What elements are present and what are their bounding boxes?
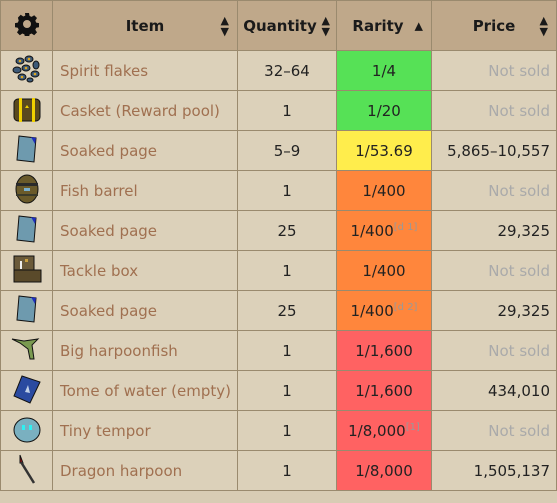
item-price: 434,010	[431, 370, 557, 411]
column-header-quantity[interactable]: Quantity ▲ ▼	[237, 0, 337, 51]
item-name-link[interactable]: Soaked page	[52, 130, 238, 171]
footnote-ref[interactable]: [d 2]	[394, 302, 418, 313]
item-rarity: 1/400	[336, 250, 432, 291]
item-price: Not sold	[431, 410, 557, 451]
item-image[interactable]	[0, 250, 53, 291]
item-name-link[interactable]: Tackle box	[52, 250, 238, 291]
table-row: Tiny tempor 1 1/8,000[1] Not sold	[0, 410, 557, 451]
item-price: Not sold	[431, 250, 557, 291]
item-image[interactable]	[0, 450, 53, 491]
sort-ascending-icon: ▲	[414, 19, 423, 32]
soaked-page-icon	[10, 294, 44, 329]
item-name-link[interactable]: Tiny tempor	[52, 410, 238, 451]
item-quantity: 1	[237, 370, 337, 411]
item-rarity: 1/1,600	[336, 330, 432, 371]
fish-barrel-icon	[10, 174, 44, 209]
table-row: Soaked page 25 1/400[d 1] 29,325	[0, 210, 557, 251]
item-price: Not sold	[431, 50, 557, 91]
item-rarity: 1/400[d 2]	[336, 290, 432, 331]
item-name-link[interactable]: Dragon harpoon	[52, 450, 238, 491]
sort-both-icon: ▲ ▼	[220, 13, 229, 38]
item-rarity: 1/400[d 1]	[336, 210, 432, 251]
table-row: Tackle box 1 1/400 Not sold	[0, 250, 557, 291]
item-price: 5,865–10,557	[431, 130, 557, 171]
item-name-link[interactable]: Fish barrel	[52, 170, 238, 211]
item-image[interactable]	[0, 130, 53, 171]
item-name-link[interactable]: Big harpoonfish	[52, 330, 238, 371]
sort-both-icon: ▲ ▼	[539, 13, 548, 38]
item-price: Not sold	[431, 90, 557, 131]
sort-both-icon: ▲ ▼	[321, 13, 330, 38]
table-row: Soaked page 25 1/400[d 2] 29,325	[0, 290, 557, 331]
soaked-page-icon	[10, 214, 44, 249]
item-image[interactable]	[0, 50, 53, 91]
column-header-rarity[interactable]: Rarity ▲	[336, 0, 432, 51]
item-name-link[interactable]: Spirit flakes	[52, 50, 238, 91]
item-name-link[interactable]: Soaked page	[52, 290, 238, 331]
table-row: Soaked page 5–9 1/53.69 5,865–10,557	[0, 130, 557, 171]
item-quantity: 1	[237, 330, 337, 371]
item-rarity: 1/1,600	[336, 370, 432, 411]
table-row: Dragon harpoon 1 1/8,000 1,505,137	[0, 450, 557, 491]
table-row: Fish barrel 1 1/400 Not sold	[0, 170, 557, 211]
item-quantity: 1	[237, 250, 337, 291]
item-image[interactable]	[0, 210, 53, 251]
item-price: 1,505,137	[431, 450, 557, 491]
drop-table: Item ▲ ▼ Quantity ▲ ▼ Rarity ▲ Price ▲ ▼ Spirit…	[0, 0, 557, 491]
item-price: Not sold	[431, 170, 557, 211]
item-image[interactable]	[0, 370, 53, 411]
item-quantity: 5–9	[237, 130, 337, 171]
gear-icon	[14, 12, 39, 37]
header-row: Item ▲ ▼ Quantity ▲ ▼ Rarity ▲ Price ▲ ▼	[0, 0, 557, 51]
soaked-page-icon	[10, 134, 44, 169]
tackle-box-icon	[10, 255, 44, 289]
column-header-item[interactable]: Item ▲ ▼	[52, 0, 238, 51]
item-quantity: 1	[237, 410, 337, 451]
item-price: Not sold	[431, 330, 557, 371]
item-image[interactable]	[0, 330, 53, 371]
item-quantity: 1	[237, 450, 337, 491]
item-price: 29,325	[431, 210, 557, 251]
item-rarity: 1/53.69	[336, 130, 432, 171]
table-row: Tome of water (empty) 1 1/1,600 434,010	[0, 370, 557, 411]
item-quantity: 1	[237, 170, 337, 211]
item-image[interactable]	[0, 290, 53, 331]
item-quantity: 1	[237, 90, 337, 131]
big-harpoonfish-icon	[10, 337, 44, 369]
table-row: Casket (Reward pool) 1 1/20 Not sold	[0, 90, 557, 131]
footnote-ref[interactable]: [d 1]	[394, 222, 418, 233]
table-row: Big harpoonfish 1 1/1,600 Not sold	[0, 330, 557, 371]
item-quantity: 32–64	[237, 50, 337, 91]
item-image[interactable]	[0, 90, 53, 131]
item-rarity: 1/20	[336, 90, 432, 131]
item-rarity: 1/4	[336, 50, 432, 91]
tiny-tempor-icon	[10, 417, 44, 449]
item-image[interactable]	[0, 170, 53, 211]
item-name-link[interactable]: Casket (Reward pool)	[52, 90, 238, 131]
footnote-ref[interactable]: [1]	[406, 422, 420, 433]
item-image[interactable]	[0, 410, 53, 451]
item-rarity: 1/8,000[1]	[336, 410, 432, 451]
item-quantity: 25	[237, 290, 337, 331]
item-name-link[interactable]: Soaked page	[52, 210, 238, 251]
item-quantity: 25	[237, 210, 337, 251]
tome-of-water-icon	[10, 374, 44, 409]
item-rarity: 1/8,000	[336, 450, 432, 491]
settings-button[interactable]	[0, 0, 53, 51]
item-price: 29,325	[431, 290, 557, 331]
item-name-link[interactable]: Tome of water (empty)	[52, 370, 238, 411]
casket-icon	[10, 97, 44, 129]
column-header-price[interactable]: Price ▲ ▼	[431, 0, 557, 51]
dragon-harpoon-icon	[10, 454, 44, 489]
spirit-flakes-icon	[10, 55, 44, 89]
item-rarity: 1/400	[336, 170, 432, 211]
table-row: Spirit flakes 32–64 1/4 Not sold	[0, 50, 557, 91]
